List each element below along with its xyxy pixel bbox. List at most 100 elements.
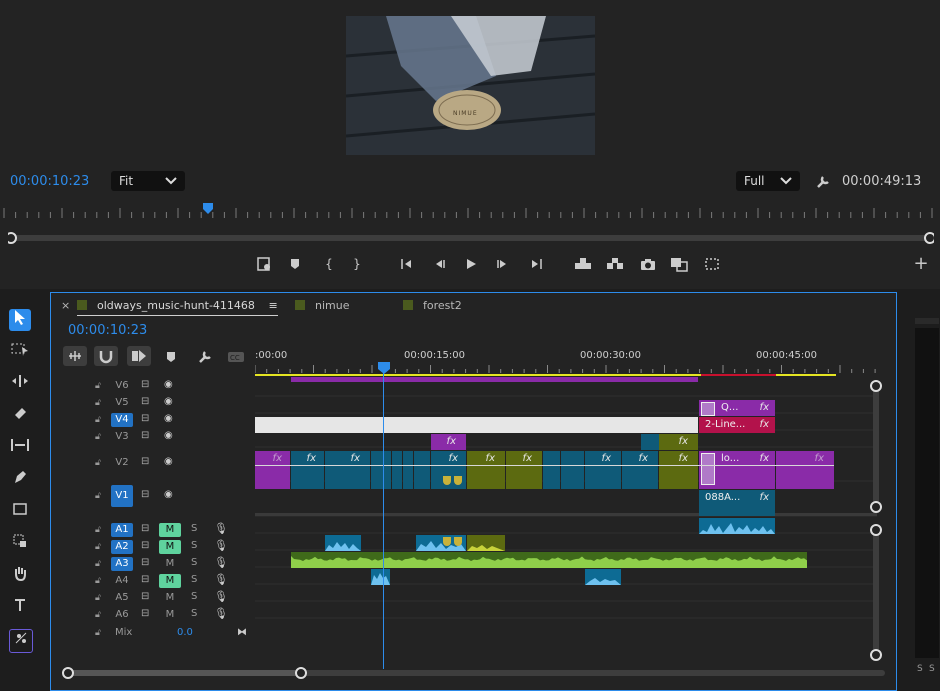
microphone-icon[interactable]: 🎙︎	[214, 607, 228, 620]
track-name[interactable]: A3	[111, 557, 133, 571]
step-forward-icon[interactable]	[493, 256, 511, 272]
clip-v2-video[interactable]: fx	[291, 451, 324, 489]
clip-v1[interactable]: 088A... fx	[699, 490, 775, 516]
clip-a2-audio[interactable]	[325, 535, 361, 551]
tab-sequence-forest2[interactable]: forest2	[403, 299, 462, 312]
timeline-playhead-handle[interactable]	[378, 362, 390, 377]
track-name[interactable]: A2	[111, 540, 133, 554]
clip-v2-video[interactable]: fx	[622, 451, 658, 489]
hand-tool-icon[interactable]	[9, 565, 31, 587]
sync-lock-icon[interactable]: ⊟	[141, 608, 149, 619]
clip-v2-video[interactable]	[371, 451, 391, 489]
track-name[interactable]: A6	[111, 608, 133, 622]
track-name[interactable]: V6	[111, 379, 133, 393]
timeline-ruler[interactable]	[255, 363, 877, 377]
lock-icon[interactable]: 🔓︎	[95, 432, 101, 442]
audio-tracks-scrollbar[interactable]	[869, 523, 883, 663]
sync-lock-icon[interactable]: ⊟	[141, 413, 149, 424]
lift-icon[interactable]	[573, 256, 591, 272]
timeline-track-area[interactable]: Q... fx 2-Line... fx fx fx fx fx fx fx f…	[255, 363, 877, 669]
lock-icon[interactable]: 🔓︎	[95, 576, 101, 586]
lock-icon[interactable]: 🔓︎	[95, 381, 101, 391]
snap-magnet-icon[interactable]	[94, 346, 118, 366]
sync-lock-icon[interactable]: ⊟	[141, 523, 149, 534]
lock-icon[interactable]: 🔓︎	[95, 398, 101, 408]
razor-tool-icon[interactable]	[9, 405, 31, 427]
playhead-line[interactable]	[383, 363, 384, 669]
clip-a4-audio[interactable]	[371, 569, 390, 585]
clip-v4-white[interactable]	[255, 417, 698, 433]
clip-v2-video[interactable]	[561, 451, 584, 489]
current-timecode[interactable]: 00:00:10:23	[10, 174, 89, 189]
mute-button[interactable]: M	[159, 608, 181, 622]
sync-lock-icon[interactable]: ⊟	[141, 574, 149, 585]
export-settings-icon[interactable]	[255, 256, 273, 272]
track-name[interactable]: V2	[111, 456, 133, 470]
mix-pan-icon[interactable]: ⧓	[237, 627, 247, 638]
sync-lock-icon[interactable]: ⊟	[141, 591, 149, 602]
track-select-tool-icon[interactable]	[9, 341, 31, 363]
clip-v3-graphics[interactable]: fx	[431, 434, 466, 450]
nest-toggle-icon[interactable]	[63, 346, 87, 366]
clip-v4-title[interactable]: 2-Line... fx	[699, 417, 775, 433]
solo-button[interactable]: S	[191, 540, 197, 551]
clip-v2-graphics-a[interactable]: fx	[255, 451, 290, 489]
microphone-icon[interactable]: 🎙︎	[214, 556, 228, 569]
clip-v2-olive[interactable]: fx	[467, 451, 505, 489]
lock-icon[interactable]: 🔓︎	[95, 542, 101, 552]
clip-a1-audio[interactable]	[699, 518, 775, 534]
keyframe-marker[interactable]	[454, 537, 462, 546]
clip-a2-audio-olive[interactable]	[467, 535, 505, 551]
track-name[interactable]: A1	[111, 523, 133, 537]
sync-lock-icon[interactable]: ⊟	[141, 540, 149, 551]
clip-v2-video[interactable]: fx	[325, 451, 370, 489]
ripple-edit-tool-icon[interactable]	[9, 373, 31, 395]
eye-icon[interactable]: ◉	[164, 456, 173, 467]
track-name[interactable]: V5	[111, 396, 133, 410]
track-name[interactable]: V4	[111, 413, 133, 427]
solo-button[interactable]: S	[191, 591, 197, 602]
monitor-time-ruler[interactable]	[0, 203, 940, 219]
pen-tool-icon[interactable]	[9, 469, 31, 491]
clip-v2-graphics[interactable]: fx	[776, 451, 834, 489]
lock-icon[interactable]: 🔓︎	[95, 525, 101, 535]
zoom-select-tool-icon[interactable]	[9, 533, 31, 555]
timeline-horizontal-scrollbar[interactable]	[61, 666, 891, 680]
playhead-marker[interactable]	[203, 203, 213, 214]
clip-v2-video[interactable]	[543, 451, 560, 489]
add-marker-icon[interactable]	[165, 350, 177, 367]
keyframe-marker[interactable]	[443, 537, 451, 546]
clip-v2-video[interactable]	[403, 451, 413, 489]
linked-selection-icon[interactable]	[127, 346, 151, 366]
mute-button[interactable]: M	[159, 557, 181, 571]
rectangle-tool-icon[interactable]	[9, 501, 31, 523]
track-name[interactable]: A4	[111, 574, 133, 588]
type-tool-icon[interactable]	[9, 597, 31, 619]
track-name[interactable]: A5	[111, 591, 133, 605]
tab-sequence-nimue[interactable]: nimue	[295, 299, 349, 312]
clip-graphics-v6[interactable]	[291, 377, 698, 382]
tab-sequence-oldways[interactable]: oldways_music-hunt-411468 ≡	[77, 299, 278, 316]
keyframe-marker[interactable]	[443, 476, 451, 485]
mark-in-icon[interactable]: {	[320, 256, 338, 272]
solo-left-label[interactable]: S	[917, 664, 923, 674]
mark-out-icon[interactable]: }	[348, 256, 366, 272]
clip-v5[interactable]: Q... fx	[699, 400, 775, 416]
clip-a3-music[interactable]	[291, 552, 807, 568]
track-name[interactable]: V1	[111, 485, 133, 507]
eye-icon[interactable]: ◉	[164, 379, 173, 390]
solo-button[interactable]: S	[191, 608, 197, 619]
eye-icon[interactable]: ◉	[164, 396, 173, 407]
solo-right-label[interactable]: S	[929, 664, 935, 674]
slip-tool-icon[interactable]	[9, 437, 31, 459]
clip-v2-video[interactable]	[414, 451, 430, 489]
keyframe-marker[interactable]	[454, 476, 462, 485]
track-name[interactable]: V3	[111, 430, 133, 444]
sync-lock-icon[interactable]: ⊟	[141, 430, 149, 441]
wrench-icon[interactable]	[197, 349, 213, 368]
remix-tool-icon[interactable]	[9, 629, 33, 653]
mute-button[interactable]: M	[159, 591, 181, 605]
resolution-select[interactable]: Full	[736, 171, 800, 191]
solo-button[interactable]: S	[191, 523, 197, 534]
lock-icon[interactable]: 🔓︎	[95, 559, 101, 569]
